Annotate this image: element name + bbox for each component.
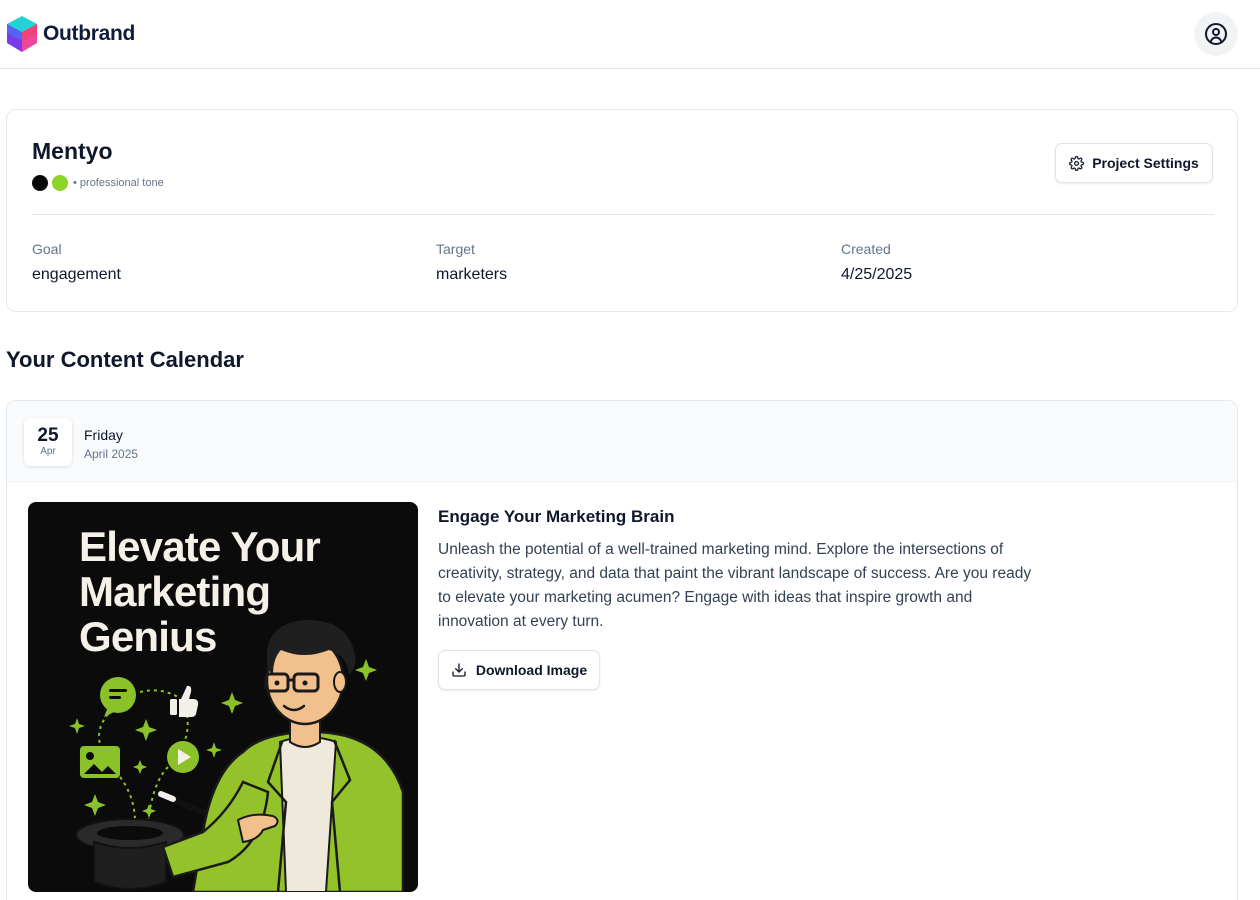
top-navbar: Outbrand — [0, 0, 1260, 69]
target-label: Target — [436, 241, 475, 257]
calendar-entry-card: 25 Apr Friday April 2025 Elevate Your Ma… — [6, 400, 1238, 900]
content-calendar-heading: Your Content Calendar — [6, 347, 244, 372]
post-image: Elevate Your Marketing Genius — [28, 502, 418, 892]
divider — [32, 214, 1214, 215]
goal-value: engagement — [32, 266, 121, 283]
calendar-entry-header: 25 Apr Friday April 2025 — [7, 401, 1237, 482]
download-icon — [452, 663, 466, 677]
project-summary-card: Mentyo • professional tone Project Setti… — [6, 109, 1238, 312]
brand-name: Outbrand — [43, 22, 136, 45]
project-name: Mentyo — [32, 138, 113, 164]
created-label: Created — [841, 241, 891, 257]
target-value: marketers — [436, 266, 508, 283]
project-settings-button[interactable]: Project Settings — [1055, 143, 1213, 183]
user-circle-icon — [1205, 23, 1227, 45]
target-field: Target marketers — [436, 241, 507, 284]
marketing-illustration — [69, 619, 405, 892]
color-swatch — [52, 175, 68, 191]
date-month: Apr — [40, 446, 56, 457]
cube-logo-icon — [7, 16, 37, 52]
download-image-button[interactable]: Download Image — [438, 650, 600, 690]
weekday-label: Friday — [84, 427, 123, 443]
project-settings-label: Project Settings — [1092, 155, 1199, 171]
download-image-label: Download Image — [475, 662, 588, 678]
goal-label: Goal — [32, 241, 62, 257]
created-field: Created 4/25/2025 — [841, 241, 912, 284]
month-year-label: April 2025 — [84, 447, 139, 461]
brand-color-swatches: • professional tone — [32, 175, 164, 191]
tone-label: • professional tone — [73, 177, 164, 189]
date-day: 25 — [37, 425, 59, 446]
goal-field: Goal engagement — [32, 241, 121, 284]
brand[interactable]: Outbrand — [6, 15, 135, 53]
date-badge: 25 Apr — [24, 418, 72, 466]
post-title: Engage Your Marketing Brain — [438, 507, 675, 526]
account-button[interactable] — [1194, 12, 1238, 56]
gear-icon — [1069, 155, 1085, 171]
color-swatch — [32, 175, 48, 191]
created-value: 4/25/2025 — [841, 266, 913, 283]
post-body: Unleash the potential of a well-trained … — [438, 541, 1032, 630]
